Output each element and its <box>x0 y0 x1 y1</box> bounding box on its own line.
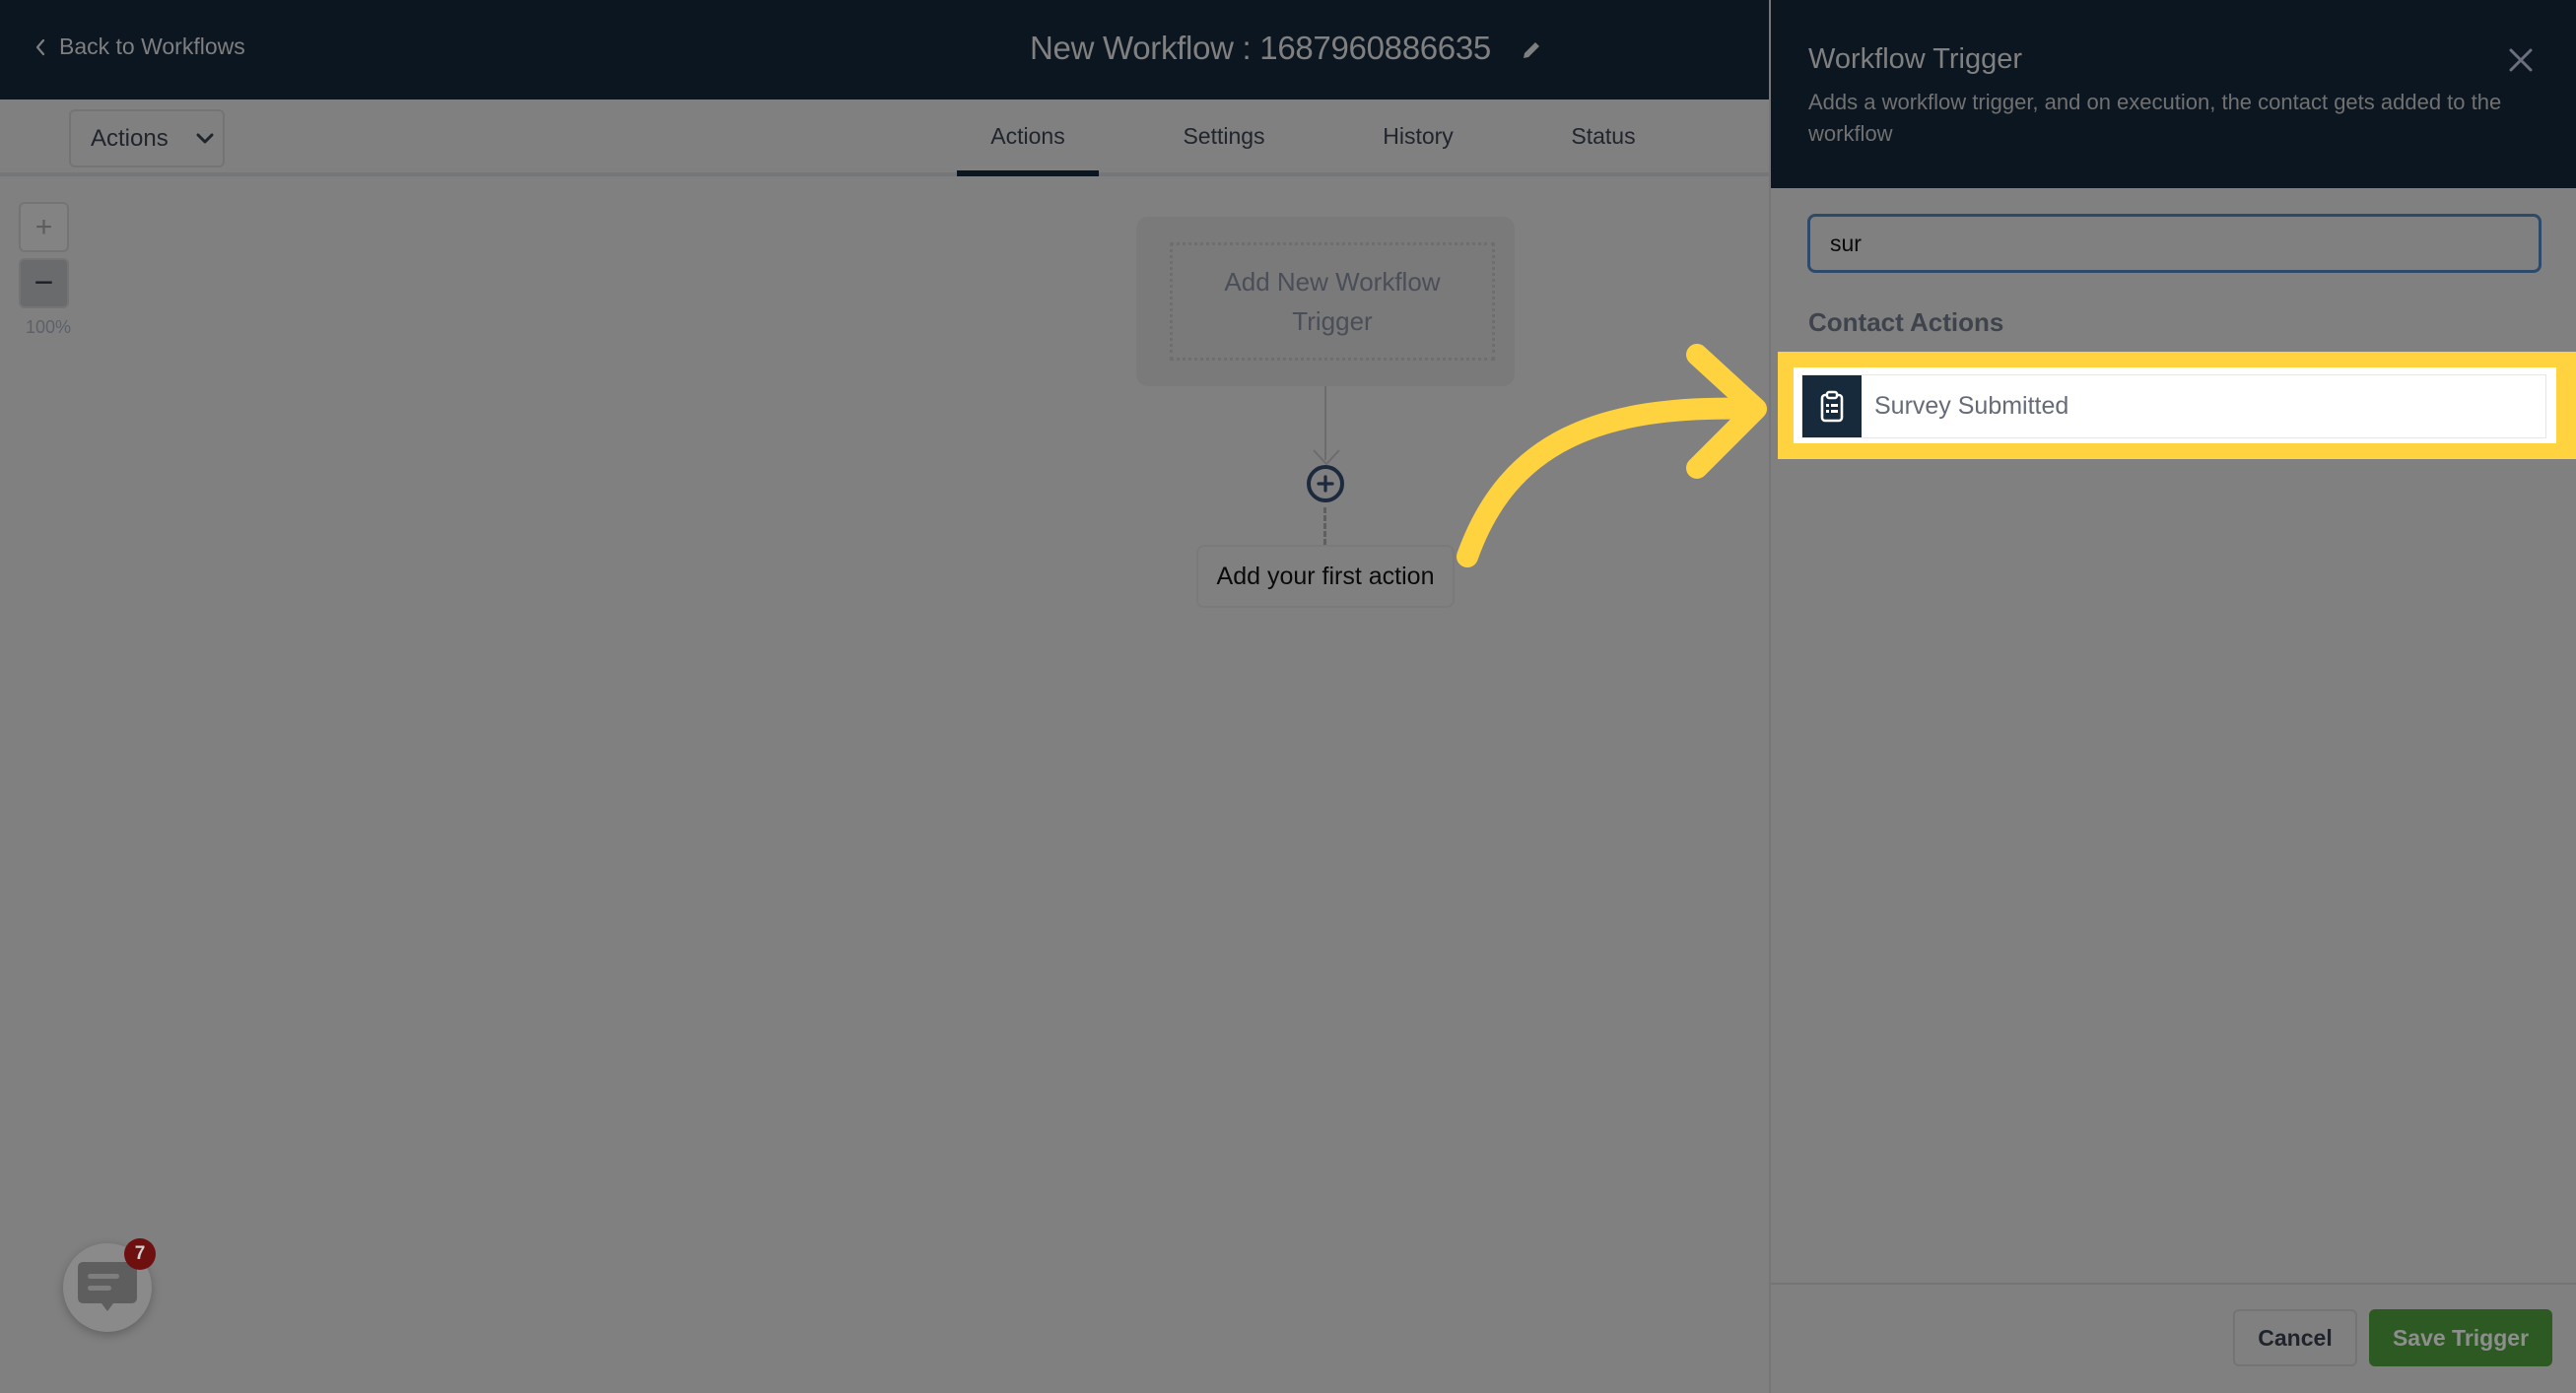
zoom-out-button[interactable]: − <box>19 258 69 308</box>
add-action-button[interactable] <box>1307 465 1344 502</box>
highlight-inner: Survey Submitted <box>1794 367 2556 443</box>
zoom-in-button[interactable]: + <box>19 202 69 252</box>
workflow-title: New Workflow : 1687960886635 <box>1030 30 1491 66</box>
cancel-button[interactable]: Cancel <box>2233 1309 2357 1366</box>
back-to-workflows-link[interactable]: Back to Workflows <box>34 33 245 60</box>
clipboard-list-icon <box>1820 390 1844 422</box>
workflow-trigger-panel: Workflow Trigger Adds a workflow trigger… <box>1769 0 2576 1393</box>
tab-settings[interactable]: Settings <box>1153 100 1295 172</box>
back-label: Back to Workflows <box>59 33 245 59</box>
close-icon[interactable] <box>2508 47 2534 73</box>
tab-status[interactable]: Status <box>1532 100 1674 172</box>
panel-description: Adds a workflow trigger, and on executio… <box>1808 90 2502 146</box>
tab-actions[interactable]: Actions <box>957 100 1099 176</box>
trigger-option-label: Survey Submitted <box>1874 392 2069 420</box>
zoom-level: 100% <box>26 317 72 337</box>
section-title-contact-actions: Contact Actions <box>1808 307 2004 337</box>
trigger-node: Add New Workflow Trigger <box>1136 217 1515 386</box>
panel-title: Workflow Trigger <box>1808 43 2023 75</box>
pencil-icon[interactable] <box>1521 39 1542 61</box>
actions-dropdown-label: Actions <box>91 124 169 152</box>
footer-divider <box>1771 1283 2576 1285</box>
actions-dropdown[interactable]: Actions <box>69 109 225 167</box>
workflow-tabbar: Actions Actions Settings History Status <box>0 100 1769 176</box>
highlight-box: Survey Submitted <box>1778 352 2576 459</box>
trigger-search-input[interactable] <box>1807 214 2542 273</box>
notification-badge: 7 <box>124 1238 156 1270</box>
panel-header: Workflow Trigger Adds a workflow trigger… <box>1771 0 2576 188</box>
tab-history[interactable]: History <box>1347 100 1489 172</box>
trigger-option-survey-submitted[interactable]: Survey Submitted <box>1801 374 2546 438</box>
chevron-down-icon <box>196 133 214 143</box>
add-first-action-node[interactable]: Add your first action <box>1196 545 1455 608</box>
add-trigger-placeholder[interactable]: Add New Workflow Trigger <box>1170 242 1495 361</box>
chevron-left-icon <box>35 38 45 55</box>
plus-icon <box>1317 475 1334 493</box>
save-trigger-button[interactable]: Save Trigger <box>2369 1309 2552 1366</box>
connector-dashed-line <box>1323 507 1326 545</box>
item-icon-tile <box>1802 375 1862 437</box>
